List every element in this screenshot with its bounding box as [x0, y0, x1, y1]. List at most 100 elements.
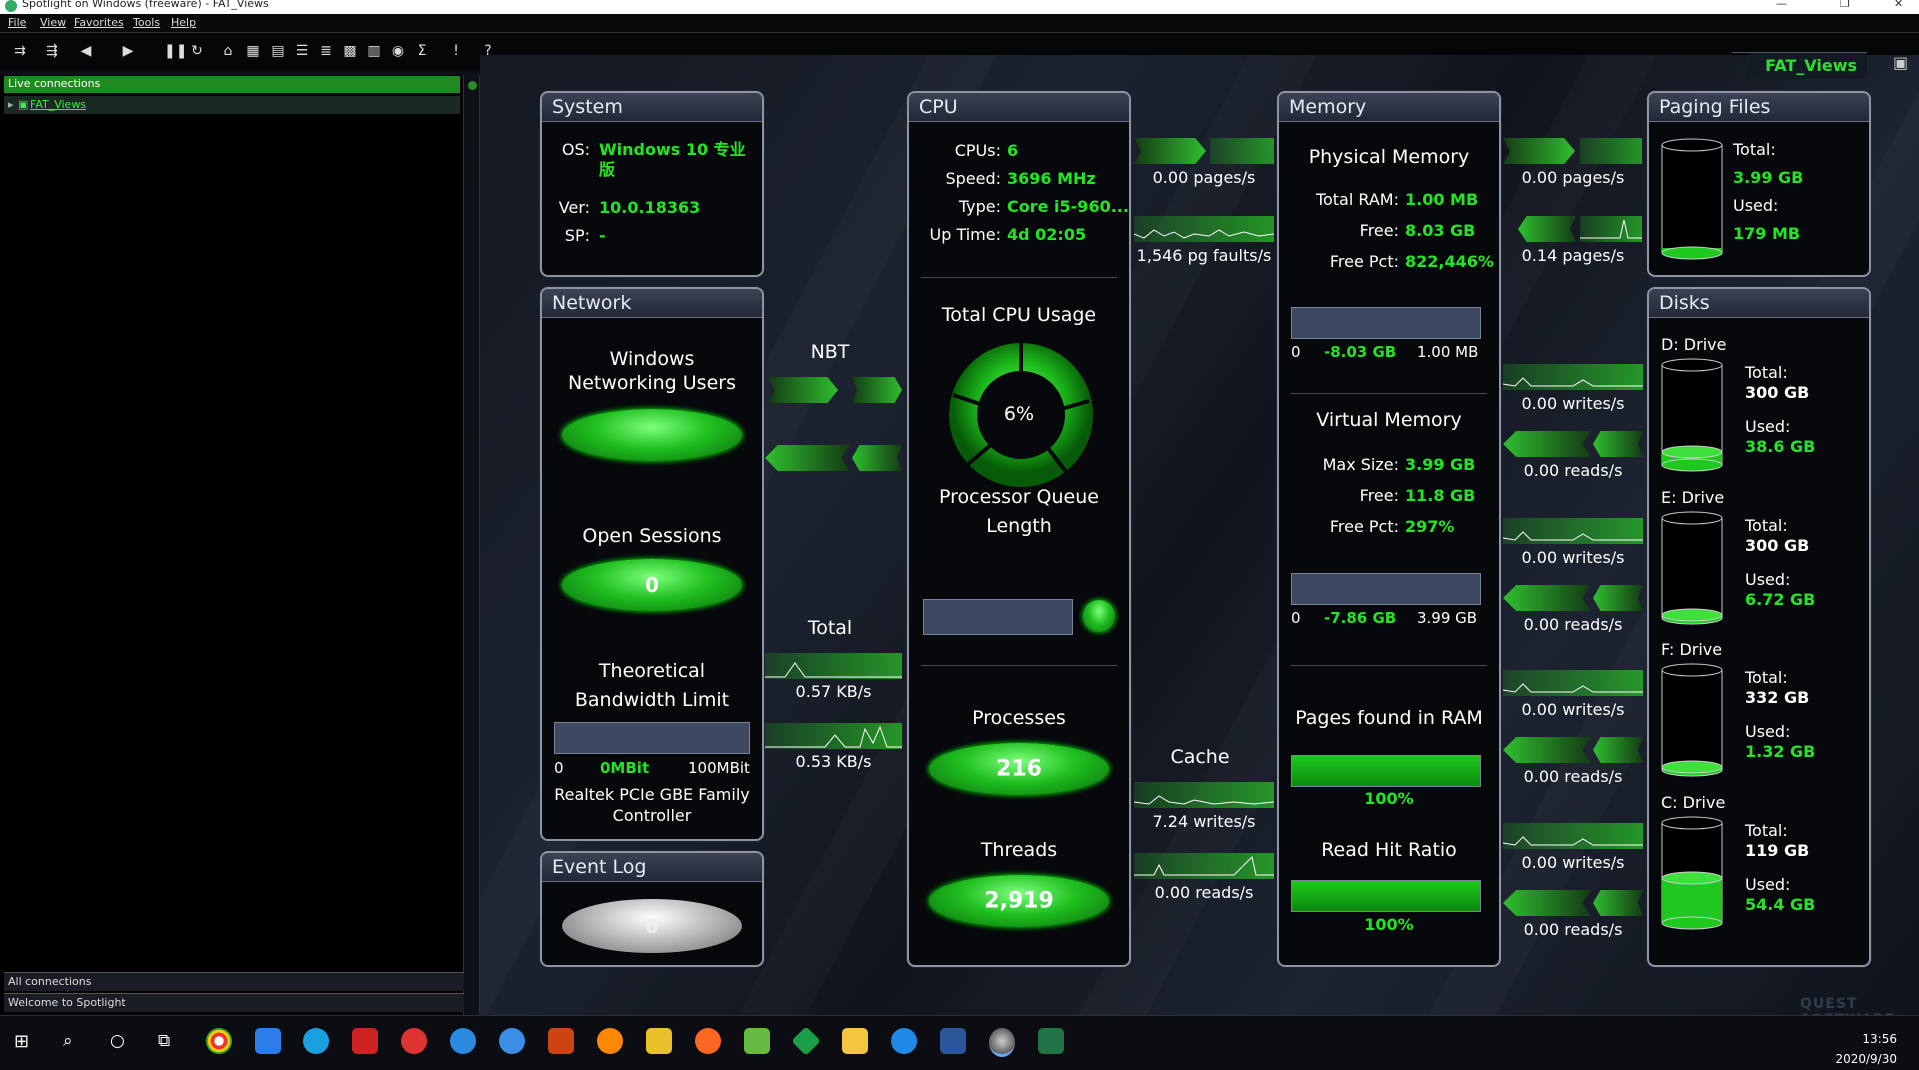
app-red-icon[interactable]: [401, 1028, 427, 1054]
collapse-icon[interactable]: [468, 81, 477, 90]
all-connections-tab[interactable]: All connections: [4, 972, 464, 991]
telegram-icon[interactable]: [891, 1028, 917, 1054]
file-explorer-icon[interactable]: [842, 1028, 868, 1054]
virtual-free-label: Free:: [1359, 486, 1399, 505]
forward-icon[interactable]: ▶: [118, 41, 138, 61]
app-icon: [5, 0, 17, 12]
chart-icon[interactable]: ▥: [364, 41, 384, 61]
home-icon[interactable]: ⌂: [218, 41, 238, 61]
paging-files-title: Paging Files: [1659, 96, 1771, 118]
event-log-panel[interactable]: Event Log 0: [540, 851, 764, 967]
alert-icon[interactable]: !: [446, 41, 466, 61]
virtual-free-value: 11.8 GB: [1405, 486, 1476, 505]
menu-tools[interactable]: Tools: [133, 16, 160, 29]
browser-icon[interactable]: [303, 1028, 329, 1054]
maximize-icon[interactable]: ❐: [1840, 0, 1850, 10]
disk-usage-cylinder: [1661, 358, 1723, 472]
excel-icon[interactable]: [1038, 1028, 1064, 1054]
refresh-icon[interactable]: ↻: [187, 41, 207, 61]
chrome-icon[interactable]: [206, 1028, 232, 1054]
os-value: Windows 10 专业版: [599, 140, 746, 179]
notes-icon[interactable]: [255, 1028, 281, 1054]
pbar-min: 0: [1291, 343, 1301, 361]
jetbrains-icon[interactable]: [352, 1028, 378, 1054]
close-icon[interactable]: ✕: [1894, 0, 1903, 10]
panel-splitter[interactable]: [465, 75, 480, 1015]
expand-icon[interactable]: ▸: [8, 98, 14, 111]
mem-paging-bottom-sparkline: [1580, 216, 1642, 242]
menu-file[interactable]: File: [8, 16, 26, 29]
pbar-value: -8.03 GB: [1324, 343, 1397, 361]
vbar-max: 3.99 GB: [1417, 609, 1478, 627]
welcome-tab[interactable]: Welcome to Spotlight: [4, 993, 464, 1012]
disk-reads-rate: 0.00 reads/s: [1523, 615, 1623, 634]
nbt-label: NBT: [810, 341, 850, 363]
threads-value: 2,919: [984, 888, 1054, 914]
filezilla-icon[interactable]: [548, 1028, 574, 1054]
disconnect-icon[interactable]: ⇶: [42, 41, 62, 61]
paging-total-label: Total:: [1733, 140, 1776, 159]
mem-paging-bottom-rate: 0.14 pages/s: [1521, 246, 1625, 265]
menu-bar: File View Favorites Tools Help: [0, 14, 1919, 33]
taskbar-date[interactable]: 2020/9/30: [1835, 1052, 1897, 1066]
processes-value: 216: [996, 756, 1042, 782]
type-label: Type:: [958, 197, 1001, 216]
virtual-memory-label: Virtual Memory: [1316, 409, 1462, 431]
firefox-icon[interactable]: [597, 1028, 623, 1054]
windows-start-icon[interactable]: ⊞: [14, 1031, 34, 1052]
all-connections-label: All connections: [8, 975, 92, 988]
cortana-icon[interactable]: ○: [110, 1031, 130, 1051]
processor-queue-label: Processor Queue Length: [939, 486, 1099, 537]
view-tab[interactable]: FAT_Views: [1732, 52, 1867, 79]
search-icon[interactable]: ⌕: [63, 1031, 83, 1051]
welcome-label: Welcome to Spotlight: [8, 996, 126, 1009]
disk-icon[interactable]: ◉: [388, 41, 408, 61]
menu-help[interactable]: Help: [171, 16, 196, 29]
taskbar-time[interactable]: 13:56: [1862, 1032, 1897, 1046]
green-app-icon[interactable]: [791, 1026, 821, 1056]
pause-icon[interactable]: ❚❚: [164, 41, 187, 61]
event-log-title: Event Log: [552, 856, 647, 878]
tree-item-fat-views[interactable]: ▸ ▣ FAT_Views: [4, 96, 460, 114]
app-blue-icon[interactable]: [450, 1028, 476, 1054]
cpus-label: CPUs:: [954, 141, 1001, 160]
stack-icon[interactable]: ≣: [316, 41, 336, 61]
physical-free-pct-value: 822,446%: [1405, 252, 1494, 271]
folder-app-icon[interactable]: [646, 1028, 672, 1054]
task-view-icon[interactable]: ⧉: [158, 1031, 178, 1051]
pages-found-value: 100%: [1364, 789, 1414, 808]
word-icon[interactable]: [940, 1028, 966, 1054]
processes-label: Processes: [972, 707, 1066, 729]
window-title: Spotlight on Windows (freeware) - FAT_Vi…: [22, 0, 269, 10]
grid-icon[interactable]: ▦: [243, 41, 263, 61]
connect-icon[interactable]: ⇉: [10, 41, 30, 61]
connections-panel: [0, 75, 464, 1015]
list-icon[interactable]: ☰: [292, 41, 312, 61]
bw-value: 0MBit: [600, 759, 650, 777]
feishu-icon[interactable]: [499, 1028, 525, 1054]
spotlight-taskbar-icon[interactable]: [989, 1028, 1015, 1057]
table-icon[interactable]: ▤: [268, 41, 288, 61]
menu-favorites[interactable]: Favorites: [74, 16, 124, 29]
live-connections-header[interactable]: Live connections: [4, 76, 460, 93]
read-hit-label: Read Hit Ratio: [1321, 839, 1457, 861]
disk-writes-sparkline: [1503, 823, 1643, 849]
paging-used-label: Used:: [1733, 196, 1779, 215]
menu-view[interactable]: View: [40, 16, 66, 29]
cache-reads-rate: 0.00 reads/s: [1154, 883, 1254, 902]
total-label: Total: [807, 617, 853, 639]
disk-writes-rate: 0.00 writes/s: [1521, 700, 1625, 719]
minimize-icon[interactable]: —: [1776, 0, 1787, 10]
sum-icon[interactable]: Σ: [412, 41, 432, 61]
physical-free-value: 8.03 GB: [1405, 221, 1476, 240]
disk-writes-sparkline: [1503, 364, 1643, 390]
vbar-min: 0: [1291, 609, 1301, 627]
vbar-value: -7.86 GB: [1324, 609, 1397, 627]
tiles-icon[interactable]: ▩: [340, 41, 360, 61]
back-icon[interactable]: ◀: [76, 41, 96, 61]
postman-icon[interactable]: [695, 1028, 721, 1054]
editor-icon[interactable]: [744, 1028, 770, 1054]
layout-icon[interactable]: ▣: [1893, 53, 1913, 73]
disk-reads-arrow: [1503, 737, 1591, 763]
disk-writes-sparkline: [1503, 670, 1643, 696]
